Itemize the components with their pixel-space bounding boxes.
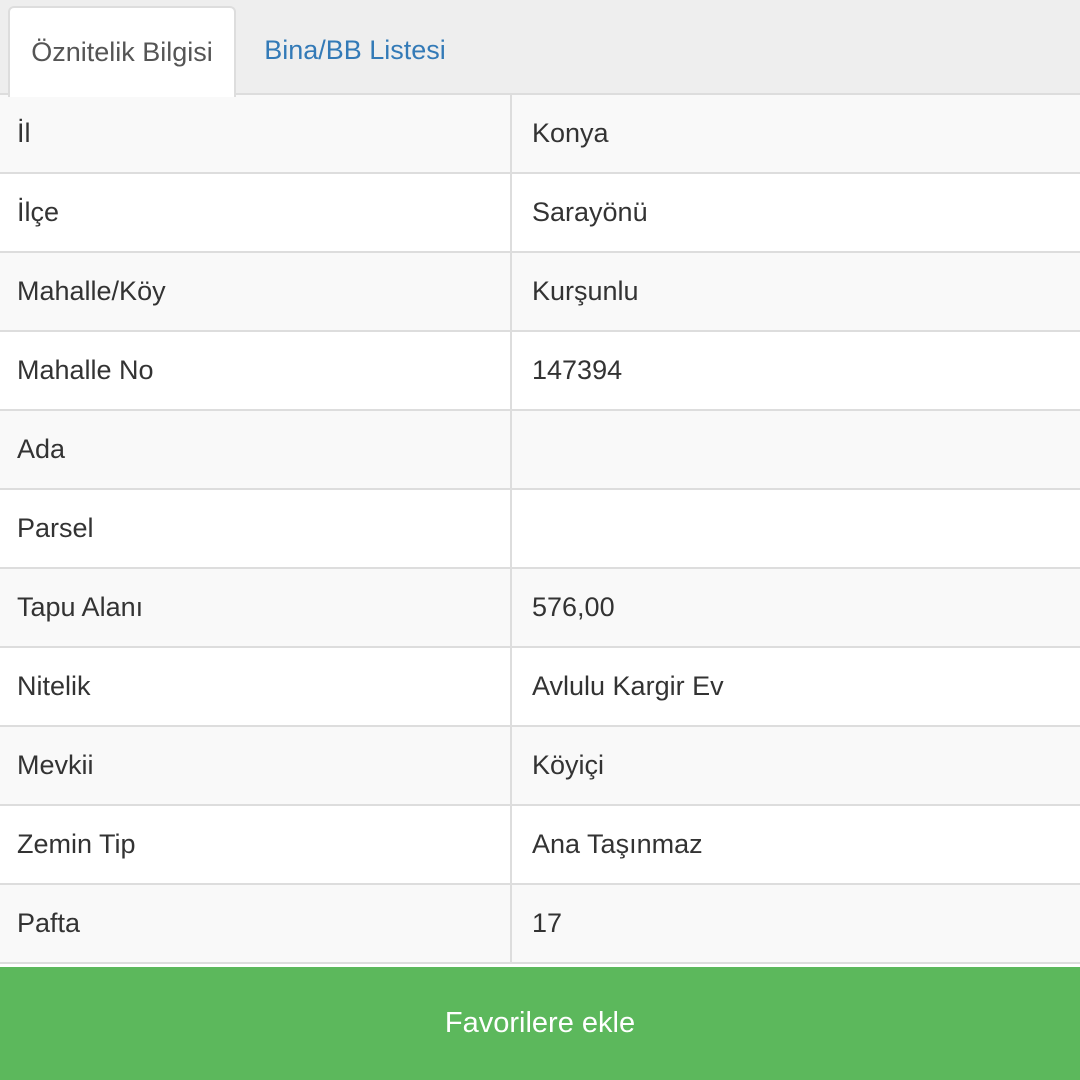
- attribute-value: 576,00: [532, 592, 615, 622]
- attribute-key: Mahalle/Köy: [0, 253, 512, 330]
- attribute-key: Pafta: [0, 885, 512, 962]
- table-row: İlçe Sarayönü: [0, 174, 1080, 253]
- tab-oznitelik-bilgisi[interactable]: Öznitelik Bilgisi: [8, 6, 236, 97]
- table-row: İl Konya: [0, 95, 1080, 174]
- attribute-key: Tapu Alanı: [0, 569, 512, 646]
- attribute-key: Nitelik: [0, 648, 512, 725]
- attribute-value: Avlulu Kargir Ev: [532, 671, 724, 701]
- attribute-key: Parsel: [0, 490, 512, 567]
- attribute-value: 17: [532, 908, 563, 938]
- table-row: Mevkii Köyiçi: [0, 727, 1080, 806]
- attribute-value: Sarayönü: [532, 197, 648, 227]
- table-row: Parsel: [0, 490, 1080, 569]
- table-row: Mahalle/Köy Kurşunlu: [0, 253, 1080, 332]
- table-row: Tapu Alanı 576,00: [0, 569, 1080, 648]
- add-to-favorites-button[interactable]: Favorilere ekle: [0, 967, 1080, 1080]
- tab-bar: Öznitelik Bilgisi Bina/BB Listesi: [0, 0, 1080, 97]
- attribute-key: İlçe: [0, 174, 512, 251]
- attribute-value: Konya: [532, 118, 609, 148]
- attribute-key: Ada: [0, 411, 512, 488]
- attribute-value: 147394: [532, 355, 623, 385]
- table-row: Nitelik Avlulu Kargir Ev: [0, 648, 1080, 727]
- table-row: Zemin Tip Ana Taşınmaz: [0, 806, 1080, 885]
- attribute-key: Mevkii: [0, 727, 512, 804]
- table-row: Ada: [0, 411, 1080, 490]
- attribute-table: İl Konya İlçe Sarayönü Mahalle/Köy Kurşu…: [0, 95, 1080, 964]
- tab-bina-bb-listesi[interactable]: Bina/BB Listesi: [236, 6, 474, 95]
- attribute-key: Zemin Tip: [0, 806, 512, 883]
- attribute-key: İl: [0, 95, 512, 172]
- table-row: Pafta 17: [0, 885, 1080, 964]
- attribute-value: [512, 411, 1080, 488]
- attribute-value: Köyiçi: [532, 750, 605, 780]
- attribute-value: Ana Taşınmaz: [532, 829, 703, 859]
- table-row: Mahalle No 147394: [0, 332, 1080, 411]
- attribute-value: Kurşunlu: [532, 276, 639, 306]
- attribute-value: [512, 490, 1080, 567]
- attribute-key: Mahalle No: [0, 332, 512, 409]
